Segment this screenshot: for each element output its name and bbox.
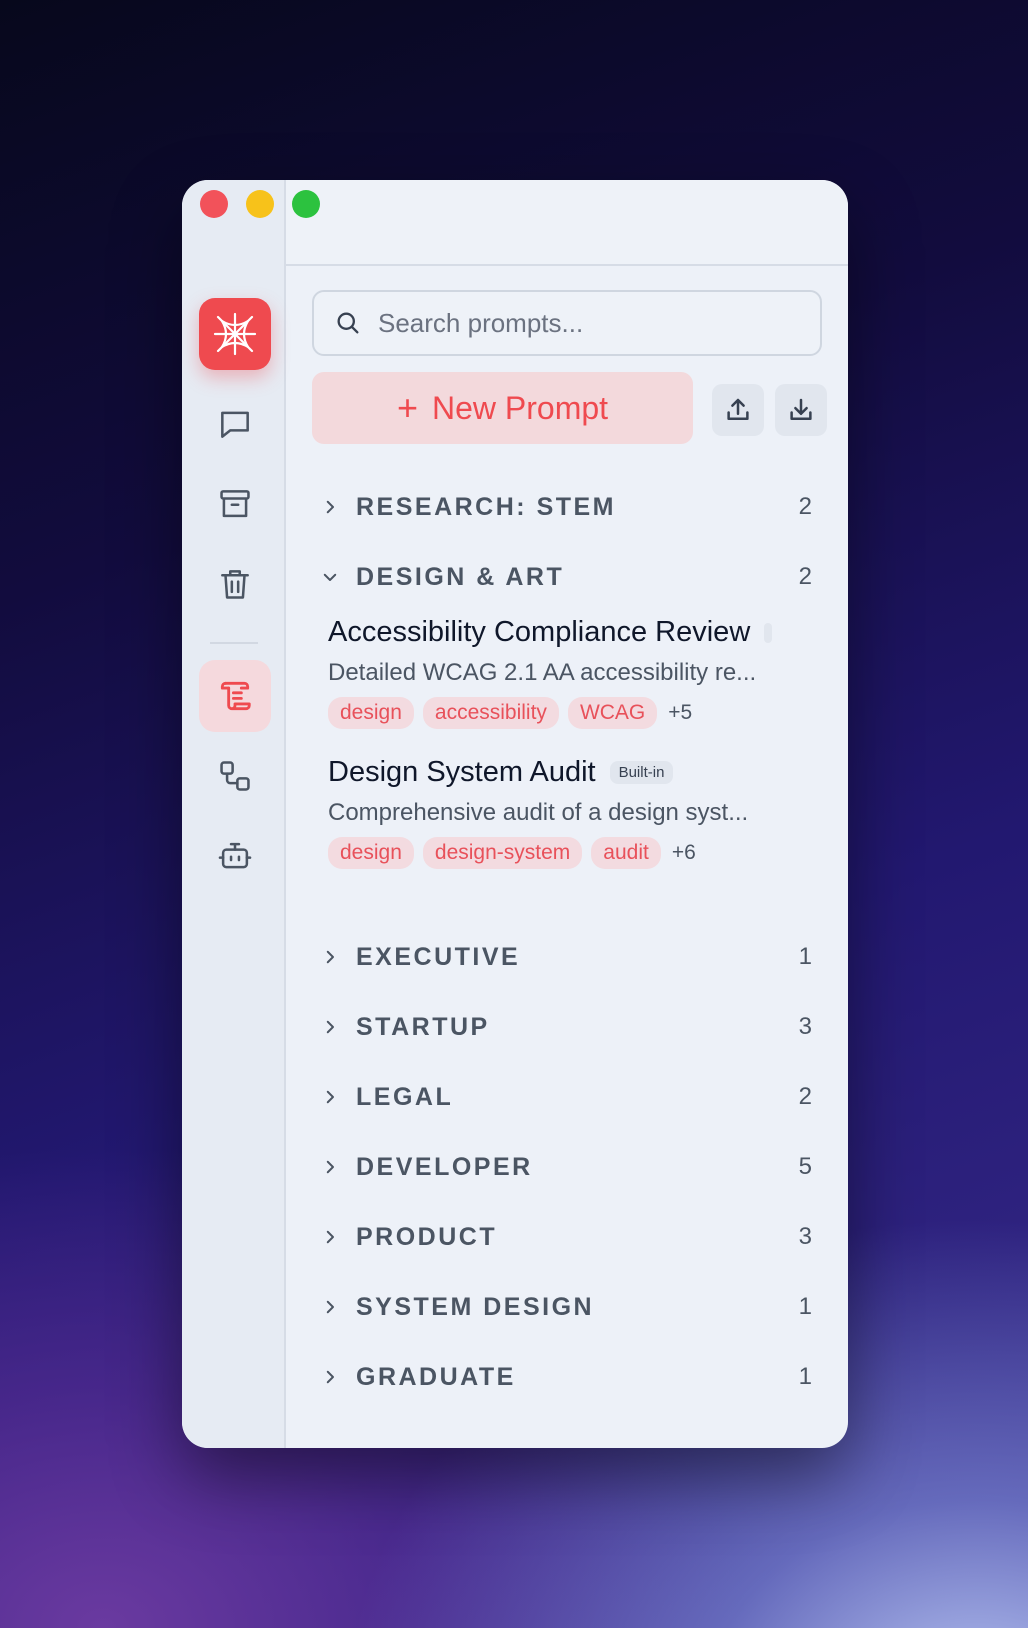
built-in-badge — [764, 622, 773, 643]
new-prompt-button[interactable]: + New Prompt — [312, 372, 693, 444]
category-name: GRADUATE — [356, 1362, 516, 1391]
category-name: STARTUP — [356, 1012, 490, 1041]
chevron-right-icon — [312, 1088, 348, 1106]
more-tags-count: +6 — [671, 841, 696, 864]
category-name: DEVELOPER — [356, 1152, 533, 1181]
category-name: EXECUTIVE — [356, 942, 521, 971]
search-input[interactable] — [378, 307, 798, 339]
close-window-button[interactable] — [200, 190, 228, 218]
search-icon — [337, 312, 359, 334]
sidebar-rail — [182, 180, 286, 1448]
chevron-right-icon — [312, 1228, 348, 1246]
category-research-stem[interactable]: RESEARCH: STEM 2 — [312, 482, 822, 532]
sidebar-item-prompts[interactable] — [199, 660, 271, 732]
sidebar-item-agents[interactable] — [199, 820, 271, 892]
upload-icon — [727, 398, 749, 420]
prompt-item[interactable]: Accessibility Compliance Review Detailed… — [328, 616, 808, 729]
category-count: 5 — [798, 1153, 812, 1180]
chevron-right-icon — [312, 1368, 348, 1386]
tag: accessibility — [422, 697, 559, 729]
prompt-title: Accessibility Compliance Review — [328, 616, 751, 648]
chevron-right-icon — [312, 1158, 348, 1176]
category-graduate[interactable]: GRADUATE 1 — [312, 1352, 822, 1402]
chevron-down-icon — [312, 568, 348, 586]
download-icon — [790, 398, 812, 420]
category-count: 3 — [798, 1223, 812, 1250]
new-prompt-label: New Prompt — [431, 389, 609, 426]
minimize-window-button[interactable] — [246, 190, 274, 218]
category-count: 2 — [798, 563, 812, 590]
chat-icon — [221, 411, 249, 438]
app-logo-icon — [213, 312, 257, 356]
category-developer[interactable]: DEVELOPER 5 — [312, 1142, 822, 1192]
trash-icon — [221, 570, 249, 599]
prompt-title: Design System Audit — [328, 756, 596, 788]
tag: audit — [591, 837, 661, 869]
window-controls — [200, 190, 320, 218]
archive-icon — [220, 490, 250, 518]
chevron-right-icon — [312, 1298, 348, 1316]
chevron-right-icon — [312, 948, 348, 966]
category-count: 1 — [798, 1293, 812, 1320]
tag: design — [328, 697, 414, 729]
category-legal[interactable]: LEGAL 2 — [312, 1072, 822, 1122]
category-name: PRODUCT — [356, 1222, 498, 1251]
more-tags-count: +5 — [668, 701, 693, 724]
tag: design-system — [422, 837, 583, 869]
category-name: SYSTEM DESIGN — [356, 1292, 595, 1321]
tag: WCAG — [567, 697, 658, 729]
sidebar-item-chats[interactable] — [199, 388, 271, 460]
zoom-window-button[interactable] — [292, 190, 320, 218]
category-product[interactable]: PRODUCT 3 — [312, 1212, 822, 1262]
title-bar — [286, 180, 848, 266]
prompt-item[interactable]: Design System Audit Built-in Comprehensi… — [328, 756, 808, 869]
app-logo-button[interactable] — [199, 298, 271, 370]
category-name: RESEARCH: STEM — [356, 492, 617, 521]
category-name: LEGAL — [356, 1082, 454, 1111]
tag: design — [328, 837, 414, 869]
prompt-description: Comprehensive audit of a design syst... — [328, 799, 749, 826]
chevron-right-icon — [312, 498, 348, 516]
category-name: DESIGN & ART — [356, 562, 565, 591]
search-box — [312, 290, 822, 356]
category-count: 3 — [798, 1013, 812, 1040]
built-in-badge: Built-in — [609, 761, 674, 784]
app-window: + New Prompt RESEARCH: STEM 2 DESIGN — [182, 180, 848, 1448]
sidebar-item-trash[interactable] — [199, 548, 271, 620]
chevron-right-icon — [312, 1018, 348, 1036]
category-count: 1 — [798, 1363, 812, 1390]
prompt-description: Detailed WCAG 2.1 AA accessibility re... — [328, 659, 757, 686]
sidebar-item-workflows[interactable] — [199, 740, 271, 812]
prompt-tags: design design-system audit +6 — [328, 837, 808, 869]
sidebar-divider — [210, 642, 258, 644]
import-button[interactable] — [775, 384, 827, 436]
plus-icon: + — [396, 387, 418, 428]
category-design-art[interactable]: DESIGN & ART 2 — [312, 552, 822, 602]
export-button[interactable] — [712, 384, 764, 436]
category-count: 2 — [798, 493, 812, 520]
workflow-icon — [220, 761, 250, 791]
category-count: 2 — [798, 1083, 812, 1110]
category-system-design[interactable]: SYSTEM DESIGN 1 — [312, 1282, 822, 1332]
sidebar-item-archive[interactable] — [199, 468, 271, 540]
bot-icon — [218, 842, 252, 869]
scroll-icon — [220, 681, 251, 711]
prompt-tags: design accessibility WCAG +5 — [328, 697, 808, 729]
prompts-panel: + New Prompt RESEARCH: STEM 2 DESIGN — [286, 266, 848, 1448]
category-count: 1 — [798, 943, 812, 970]
category-executive[interactable]: EXECUTIVE 1 — [312, 932, 822, 982]
category-startup[interactable]: STARTUP 3 — [312, 1002, 822, 1052]
